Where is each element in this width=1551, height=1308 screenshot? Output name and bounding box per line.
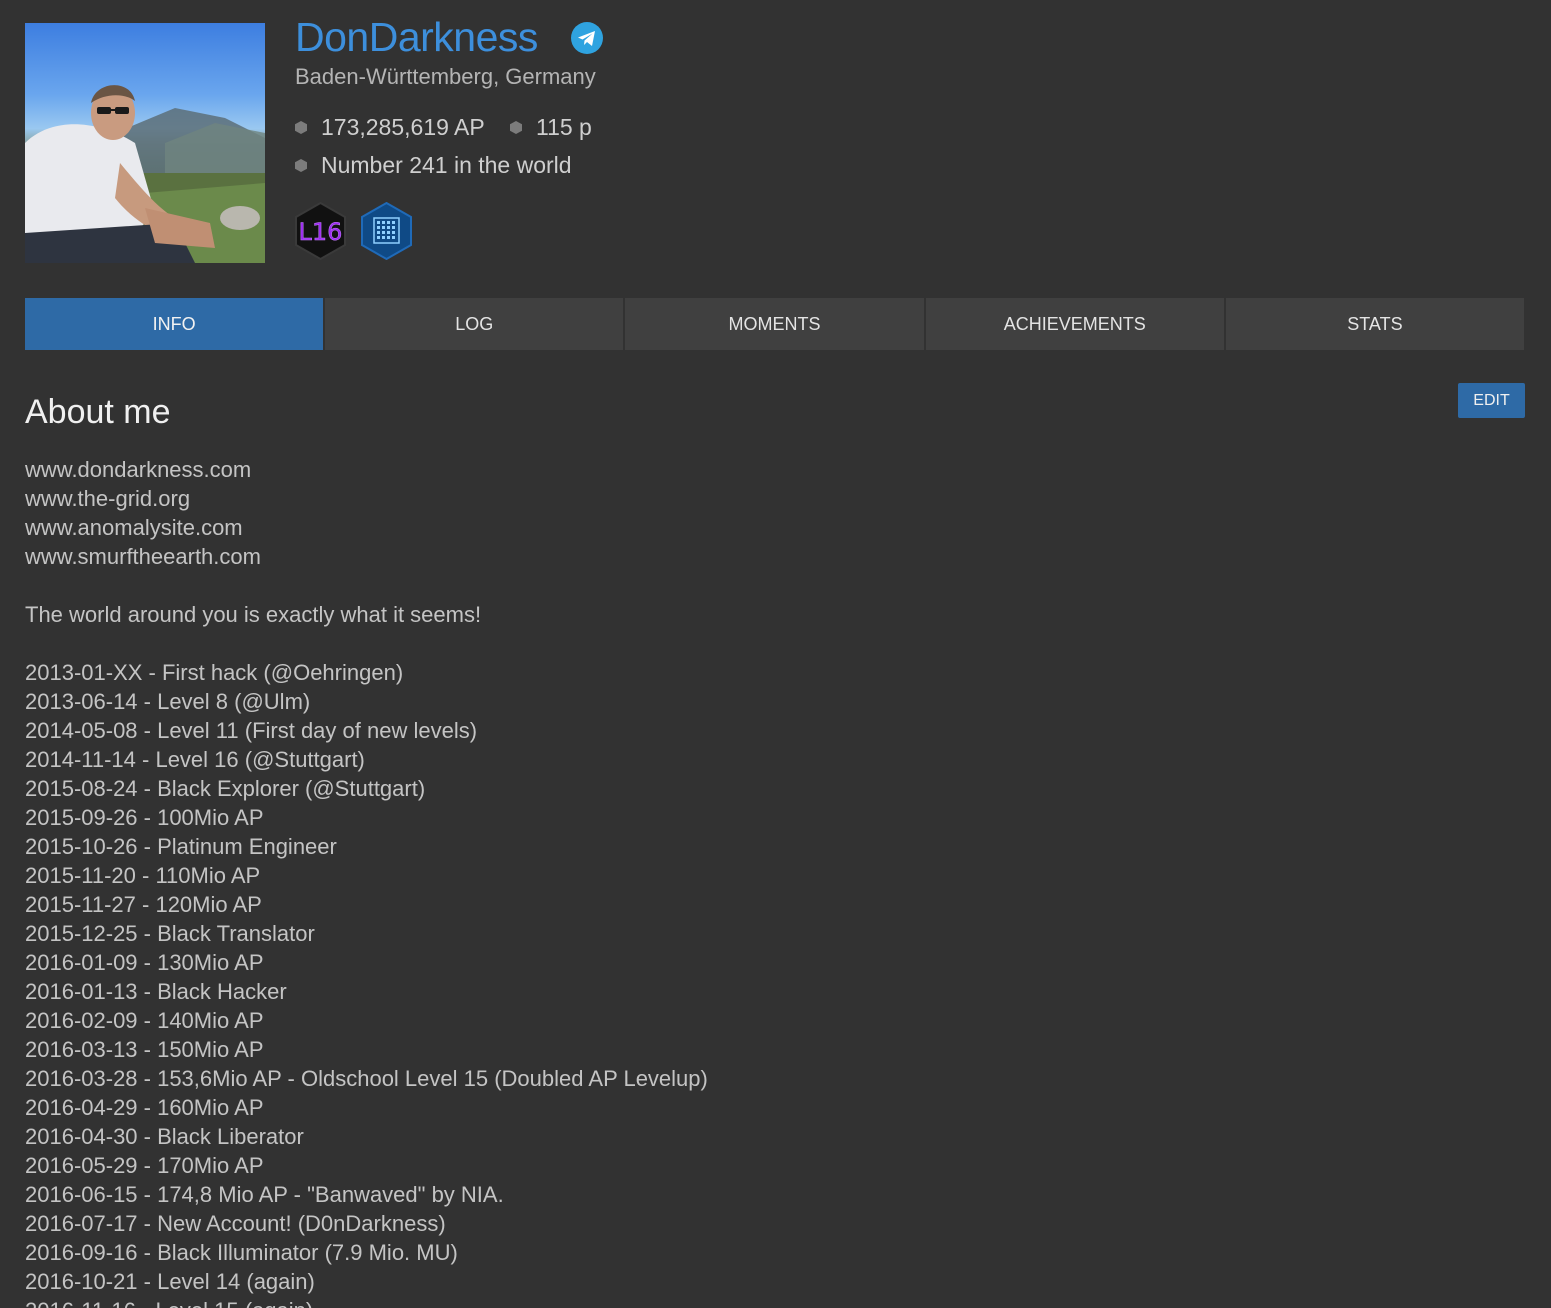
timeline-entry: 2016-06-15 - 174,8 Mio AP - "Banwaved" b… <box>25 1182 504 1207</box>
timeline-entry: 2016-01-09 - 130Mio AP <box>25 950 264 975</box>
timeline-entry: 2016-01-13 - Black Hacker <box>25 979 287 1004</box>
grid-badge-icon[interactable] <box>360 202 413 260</box>
ap-stat: 173,285,619 AP <box>295 114 485 141</box>
timeline-entry: 2016-03-28 - 153,6Mio AP - Oldschool Lev… <box>25 1066 708 1091</box>
tab-log[interactable]: LOG <box>325 298 624 350</box>
timeline-entry: 2013-01-XX - First hack (@Oehringen) <box>25 660 404 685</box>
timeline-entry: 2016-10-21 - Level 14 (again) <box>25 1269 315 1294</box>
timeline-entry: 2016-07-17 - New Account! (D0nDarkness) <box>25 1211 446 1236</box>
tab-stats[interactable]: STATS <box>1225 298 1525 350</box>
level-badge-icon[interactable]: L16 <box>294 202 347 260</box>
timeline-entry: 2015-08-24 - Black Explorer (@Stuttgart) <box>25 776 426 801</box>
timeline-entry: 2014-05-08 - Level 11 (First day of new … <box>25 718 478 743</box>
about-title: About me <box>25 393 171 431</box>
telegram-icon[interactable] <box>571 22 603 54</box>
profile-tabs: INFO LOG MOMENTS ACHIEVEMENTS STATS <box>25 298 1525 350</box>
timeline-entry: 2013-06-14 - Level 8 (@Ulm) <box>25 689 311 714</box>
timeline-entry: 2016-09-16 - Black Illuminator (7.9 Mio.… <box>25 1240 458 1265</box>
rank-value: Number 241 in the world <box>321 152 572 178</box>
timeline-entry: 2015-11-27 - 120Mio AP <box>25 892 262 917</box>
ap-value: 173,285,619 AP <box>321 114 485 140</box>
hexagon-bullet-icon <box>510 121 522 134</box>
timeline-entry: 2015-10-26 - Platinum Engineer <box>25 834 337 859</box>
timeline-entry: 2016-11-16 - Level 15 (again) <box>25 1296 1425 1308</box>
rank-stat: Number 241 in the world <box>295 152 572 179</box>
username[interactable]: DonDarkness <box>295 14 538 61</box>
about-link: www.smurftheearth.com <box>25 544 261 569</box>
tab-achievements[interactable]: ACHIEVEMENTS <box>925 298 1224 350</box>
timeline-entry: 2016-04-30 - Black Liberator <box>25 1124 304 1149</box>
about-motto: The world around you is exactly what it … <box>25 602 482 627</box>
avatar-photo <box>25 85 265 263</box>
timeline-entry: 2016-05-29 - 170Mio AP <box>25 1153 264 1178</box>
tab-info[interactable]: INFO <box>25 298 324 350</box>
timeline-entry: 2015-09-26 - 100Mio AP <box>25 805 264 830</box>
about-timeline: 2013-01-XX - First hack (@Oehringen) 2013… <box>25 658 1425 1308</box>
location: Baden-Württemberg, Germany <box>295 64 596 89</box>
about-link: www.anomalysite.com <box>25 515 243 540</box>
about-link: www.the-grid.org <box>25 486 191 511</box>
hexagon-bullet-icon <box>295 121 307 134</box>
timeline-entry: 2016-03-13 - 150Mio AP <box>25 1037 264 1062</box>
timeline-entry: 2015-11-20 - 110Mio AP <box>25 863 261 888</box>
level-badge-label: L16 <box>299 218 343 246</box>
points-value: 115 p <box>536 114 592 140</box>
points-stat: 115 p <box>510 114 592 141</box>
timeline-entry: 2015-12-25 - Black Translator <box>25 921 315 946</box>
about-link: www.dondarkness.com <box>25 457 252 482</box>
avatar <box>25 23 265 263</box>
timeline-entry: 2016-04-29 - 160Mio AP <box>25 1095 264 1120</box>
timeline-entry: 2014-11-14 - Level 16 (@Stuttgart) <box>25 747 365 772</box>
hexagon-bullet-icon <box>295 159 307 172</box>
about-text: www.dondarkness.com www.the-grid.org www… <box>25 455 1425 1308</box>
edit-button[interactable]: EDIT <box>1458 383 1525 418</box>
timeline-entry: 2016-02-09 - 140Mio AP <box>25 1008 264 1033</box>
tab-moments[interactable]: MOMENTS <box>625 298 924 350</box>
